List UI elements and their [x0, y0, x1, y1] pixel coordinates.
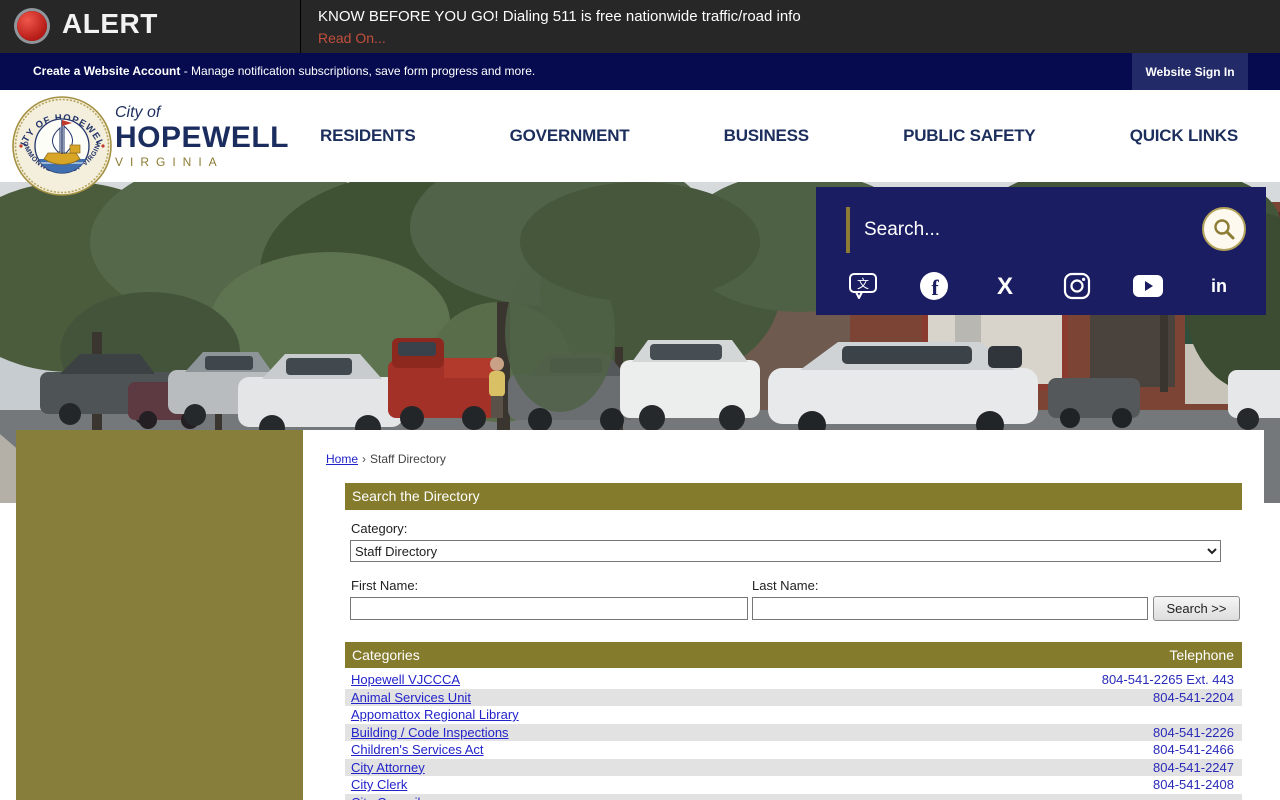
search-icon [1214, 219, 1235, 240]
category-link[interactable]: Children's Services Act [351, 741, 484, 759]
phone-link[interactable]: 804-541-2247 [1153, 759, 1234, 777]
logo-wordmark[interactable]: City of HOPEWELL VIRGINIA [115, 104, 289, 169]
phone-link[interactable]: 804-541-2265 Ext. 443 [1102, 671, 1234, 689]
category-link[interactable]: Hopewell VJCCCA [351, 671, 460, 689]
table-header: Categories Telephone [345, 642, 1242, 668]
table-row: Appomattox Regional Library [345, 706, 1242, 724]
logo-hopewell: HOPEWELL [115, 121, 289, 154]
category-link[interactable]: City Council [351, 794, 420, 800]
alert-icon [17, 11, 47, 41]
phone-link[interactable]: 804-541-2408 [1153, 776, 1234, 794]
alert-bar: ALERT KNOW BEFORE YOU GO! Dialing 511 is… [0, 0, 1280, 53]
category-link[interactable]: Appomattox Regional Library [351, 706, 519, 724]
breadcrumb-separator: › [362, 452, 367, 466]
category-link[interactable]: Building / Code Inspections [351, 724, 509, 742]
social-links: 文 f X in [816, 271, 1266, 301]
logo-cityof: City of [115, 104, 161, 121]
logo-virginia: VIRGINIA [115, 155, 224, 169]
content-panel: Home › Staff Directory Search the Director… [16, 430, 1264, 800]
breadcrumb-home-link[interactable]: Home [326, 452, 358, 466]
main-nav: RESIDENTS GOVERNMENT BUSINESS PUBLIC SAF… [320, 90, 1238, 182]
account-bar: Create a Website Account - Manage notifi… [0, 53, 1280, 90]
search-input[interactable] [864, 211, 1164, 249]
alert-title: ALERT [62, 8, 158, 39]
translate-icon[interactable]: 文 [846, 271, 880, 301]
alert-message: KNOW BEFORE YOU GO! Dialing 511 is free … [318, 8, 801, 25]
first-name-input[interactable] [350, 597, 748, 620]
sidebar [16, 430, 303, 800]
svg-text:X: X [997, 273, 1013, 300]
search-panel: 文 f X [816, 187, 1266, 315]
table-row: Animal Services Unit 804-541-2204 [345, 688, 1242, 707]
youtube-icon[interactable] [1131, 271, 1165, 301]
svg-text:文: 文 [857, 276, 869, 291]
nav-public-safety[interactable]: PUBLIC SAFETY [903, 126, 1036, 146]
page: ALERT KNOW BEFORE YOU GO! Dialing 511 is… [0, 0, 1280, 800]
breadcrumb: Home › Staff Directory [326, 452, 446, 466]
category-label: Category: [351, 521, 408, 536]
website-sign-in-button[interactable]: Website Sign In [1132, 53, 1248, 90]
category-select[interactable]: Staff Directory [350, 540, 1221, 562]
create-account-link[interactable]: Create a Website Account - Manage notifi… [33, 64, 535, 78]
create-account-rest: - Manage notification subscriptions, sav… [180, 64, 536, 78]
search-button[interactable] [1202, 207, 1246, 251]
site-header: CITY OF HOPEWELL COMMONWEALTH OF VIRGINI… [0, 90, 1280, 196]
nav-business[interactable]: BUSINESS [724, 126, 810, 146]
pedestrian [489, 357, 505, 418]
nav-residents[interactable]: RESIDENTS [320, 126, 416, 146]
main-area: Home › Staff Directory Search the Director… [303, 430, 1264, 800]
category-link[interactable]: Animal Services Unit [351, 689, 471, 707]
directory-title-bar: Search the Directory [345, 483, 1242, 510]
linkedin-icon[interactable]: in [1202, 271, 1236, 301]
x-twitter-icon[interactable]: X [988, 271, 1022, 301]
phone-link[interactable]: 804-541-2204 [1153, 689, 1234, 707]
nav-quick-links[interactable]: QUICK LINKS [1130, 126, 1239, 146]
table-row: Children's Services Act 804-541-2466 [345, 741, 1242, 759]
category-link[interactable]: City Clerk [351, 776, 407, 794]
facebook-icon[interactable]: f [917, 271, 951, 301]
directory-table: Hopewell VJCCCA 804-541-2265 Ext. 443 Ani… [345, 671, 1242, 800]
svg-text:in: in [1211, 276, 1227, 296]
table-row: City Clerk 804-541-2408 [345, 776, 1242, 794]
instagram-icon[interactable] [1060, 271, 1094, 301]
create-account-bold[interactable]: Create a Website Account [33, 64, 180, 78]
svg-text:f: f [932, 275, 940, 300]
divider [300, 0, 301, 53]
col-categories: Categories [352, 647, 420, 663]
directory-search-button[interactable]: Search >> [1153, 596, 1240, 621]
table-row: City Council [345, 793, 1242, 800]
search-accent-bar [846, 207, 850, 253]
first-name-label: First Name: [351, 578, 419, 593]
category-link[interactable]: City Attorney [351, 759, 425, 777]
phone-link[interactable]: 804-541-2466 [1153, 741, 1234, 759]
nav-government[interactable]: GOVERNMENT [510, 126, 630, 146]
table-row: City Attorney 804-541-2247 [345, 758, 1242, 777]
phone-link[interactable]: 804-541-2226 [1153, 724, 1234, 742]
table-row: Hopewell VJCCCA 804-541-2265 Ext. 443 [345, 671, 1242, 689]
breadcrumb-current: Staff Directory [370, 452, 446, 466]
city-seal-logo[interactable]: CITY OF HOPEWELL COMMONWEALTH OF VIRGINI… [12, 96, 112, 196]
table-row: Building / Code Inspections 804-541-2226 [345, 723, 1242, 742]
last-name-input[interactable] [752, 597, 1148, 620]
last-name-label: Last Name: [752, 578, 819, 593]
read-on-link[interactable]: Read On... [318, 30, 386, 46]
col-telephone: Telephone [1169, 647, 1234, 663]
